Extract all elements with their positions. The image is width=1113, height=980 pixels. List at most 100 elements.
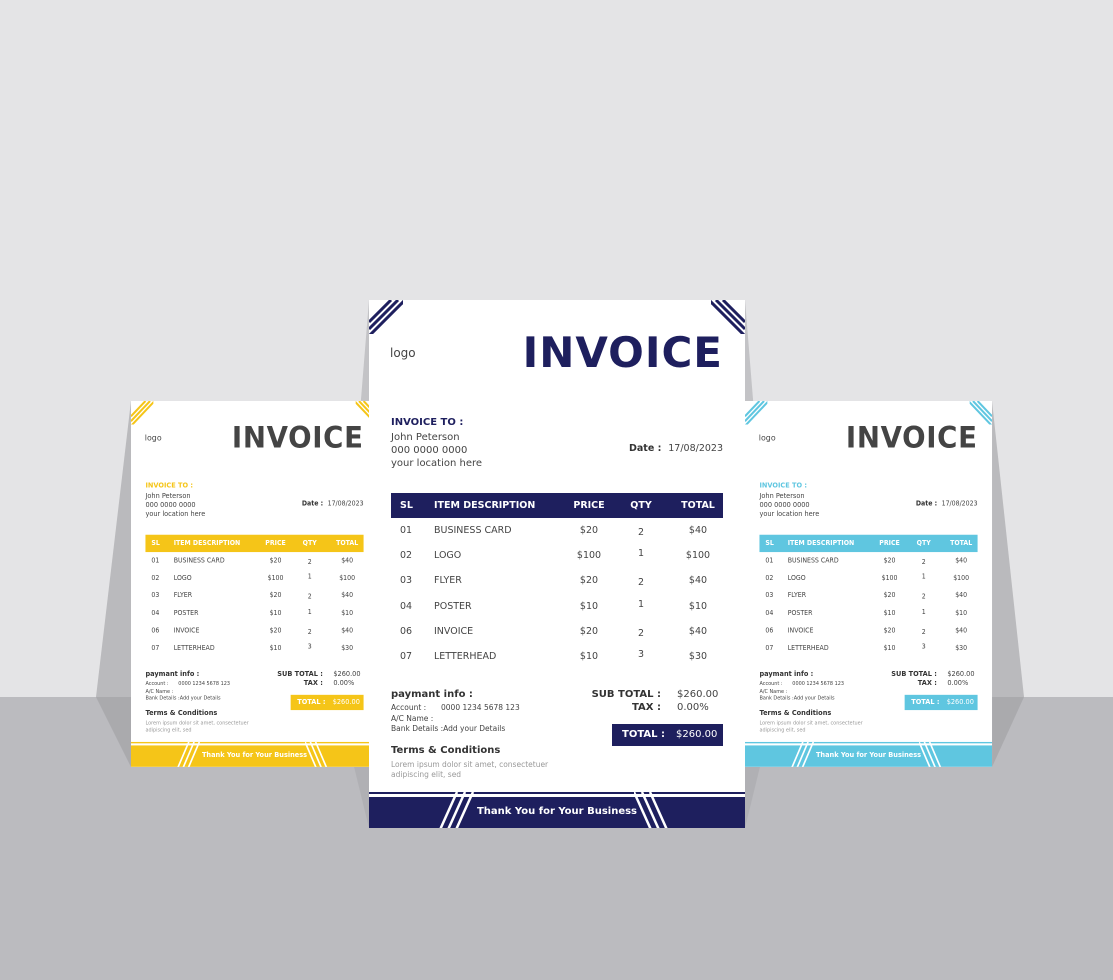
row-sl: 03: [151, 591, 160, 600]
row-description: LOGO: [173, 574, 192, 583]
column-header: PRICE: [265, 539, 286, 548]
column-header: ITEM DESCRIPTION: [434, 500, 536, 511]
row-description: POSTER: [434, 600, 472, 612]
row-sl: 06: [400, 625, 413, 637]
row-sl: 02: [400, 550, 413, 562]
row-price: $20: [269, 591, 282, 600]
row-qty: 2: [637, 627, 645, 639]
row-price: $20: [579, 625, 599, 637]
row-sl: 02: [151, 574, 160, 583]
terms-label: Terms & Conditions: [759, 709, 832, 718]
account-value: 0000 1234 5678 123: [792, 680, 845, 687]
total-box: TOTAL : $260.00: [904, 694, 978, 711]
row-description: BUSINESS CARD: [434, 525, 512, 536]
column-header: SL: [151, 539, 160, 548]
footer-band: Thank You for Your Business: [745, 741, 993, 767]
row-total: $10: [955, 609, 968, 617]
row-total: $40: [955, 626, 968, 635]
row-price: $10: [579, 600, 599, 612]
payment-info-label: paymant info :: [759, 670, 814, 679]
row-total: $30: [341, 644, 354, 652]
table-row: 06 INVOICE $20 2 $40: [759, 627, 977, 641]
client-location: your location here: [145, 510, 206, 519]
row-sl: 06: [765, 626, 774, 635]
row-price: $20: [269, 556, 282, 565]
row-total: $40: [955, 591, 968, 600]
client-name: John Peterson: [391, 432, 460, 443]
row-sl: 01: [765, 556, 774, 565]
date-label: Date :: [629, 443, 662, 454]
invoice-to-label: INVOICE TO :: [145, 482, 193, 490]
row-price: $100: [881, 574, 898, 583]
row-price: $20: [883, 556, 896, 565]
row-total: $40: [688, 625, 708, 637]
row-price: $20: [269, 626, 282, 635]
row-description: FLYER: [787, 591, 807, 600]
row-total: $40: [341, 591, 354, 600]
corner-stripes-icon: [131, 401, 154, 425]
terms-label: Terms & Conditions: [391, 745, 501, 756]
footer-thanks: Thank You for Your Business: [815, 751, 922, 760]
account-value: 0000 1234 5678 123: [441, 703, 520, 712]
date-value: 17/08/2023: [941, 500, 978, 508]
row-qty: 2: [307, 558, 312, 566]
row-qty: 1: [637, 598, 645, 610]
terms-text: Lorem ipsum dolor sit amet, consectetuer…: [391, 760, 549, 779]
client-name: John Peterson: [759, 492, 805, 501]
table-row: 04 POSTER $10 1 $10: [391, 598, 723, 621]
row-qty: 3: [921, 642, 926, 651]
terms-text: Lorem ipsum dolor sit amet, consectetuer…: [759, 719, 863, 733]
invoice-to-label: INVOICE TO :: [759, 482, 807, 490]
row-sl: 07: [765, 644, 774, 652]
row-price: $10: [883, 644, 896, 652]
row-qty: 3: [307, 642, 312, 651]
table-row: 01 BUSINESS CARD $20 2 $40: [145, 557, 363, 571]
row-qty: 1: [307, 572, 312, 581]
row-total: $100: [339, 574, 356, 583]
client-phone: 000 0000 0000: [759, 501, 810, 510]
row-sl: 01: [400, 525, 413, 536]
row-total: $30: [688, 651, 708, 662]
row-sl: 04: [765, 609, 774, 617]
sub-total-value: $260.00: [677, 689, 719, 700]
row-qty: 1: [637, 548, 645, 560]
column-header: TOTAL: [950, 539, 973, 548]
corner-stripes-icon: [369, 300, 403, 334]
row-description: LETTERHEAD: [173, 644, 215, 652]
row-price: $10: [883, 609, 896, 617]
table-row: 03 FLYER $20 2 $40: [145, 592, 363, 606]
tax-label: TAX :: [303, 679, 323, 688]
table-header: SL ITEM DESCRIPTION PRICE QTY TOTAL: [145, 534, 364, 553]
row-qty: 2: [637, 527, 645, 538]
footer-line: [131, 741, 379, 744]
table-row: 07 LETTERHEAD $10 3 $30: [391, 649, 723, 671]
account-label: Account :: [391, 703, 427, 712]
column-header: ITEM DESCRIPTION: [173, 539, 241, 548]
total-label: TOTAL :: [622, 729, 665, 740]
client-phone: 000 0000 0000: [391, 445, 468, 456]
table-row: 06 INVOICE $20 2 $40: [391, 626, 723, 646]
date-value: 17/08/2023: [327, 500, 364, 508]
row-qty: 2: [307, 593, 312, 601]
invoice-title: INVOICE: [845, 420, 978, 455]
row-sl: 01: [151, 556, 160, 565]
column-header: QTY: [302, 539, 317, 548]
tax-label: TAX :: [917, 679, 937, 688]
client-name: John Peterson: [145, 492, 191, 501]
client-location: your location here: [391, 458, 483, 469]
row-description: LOGO: [434, 550, 462, 562]
payment-info-label: paymant info :: [391, 689, 473, 700]
row-qty: 2: [637, 577, 645, 589]
row-total: $30: [955, 644, 968, 652]
column-header: SL: [765, 539, 774, 548]
invoice-title: INVOICE: [522, 328, 723, 377]
logo-placeholder: logo: [758, 432, 776, 443]
table-row: 04 POSTER $10 1 $10: [145, 608, 363, 623]
row-description: FLYER: [434, 575, 462, 587]
account-label: Account :: [145, 680, 169, 687]
table-row: 01 BUSINESS CARD $20 2 $40: [759, 557, 977, 571]
column-header: SL: [400, 500, 413, 511]
total-box: TOTAL : $260.00: [290, 694, 364, 711]
row-qty: 1: [921, 607, 926, 616]
terms-label: Terms & Conditions: [145, 709, 218, 718]
